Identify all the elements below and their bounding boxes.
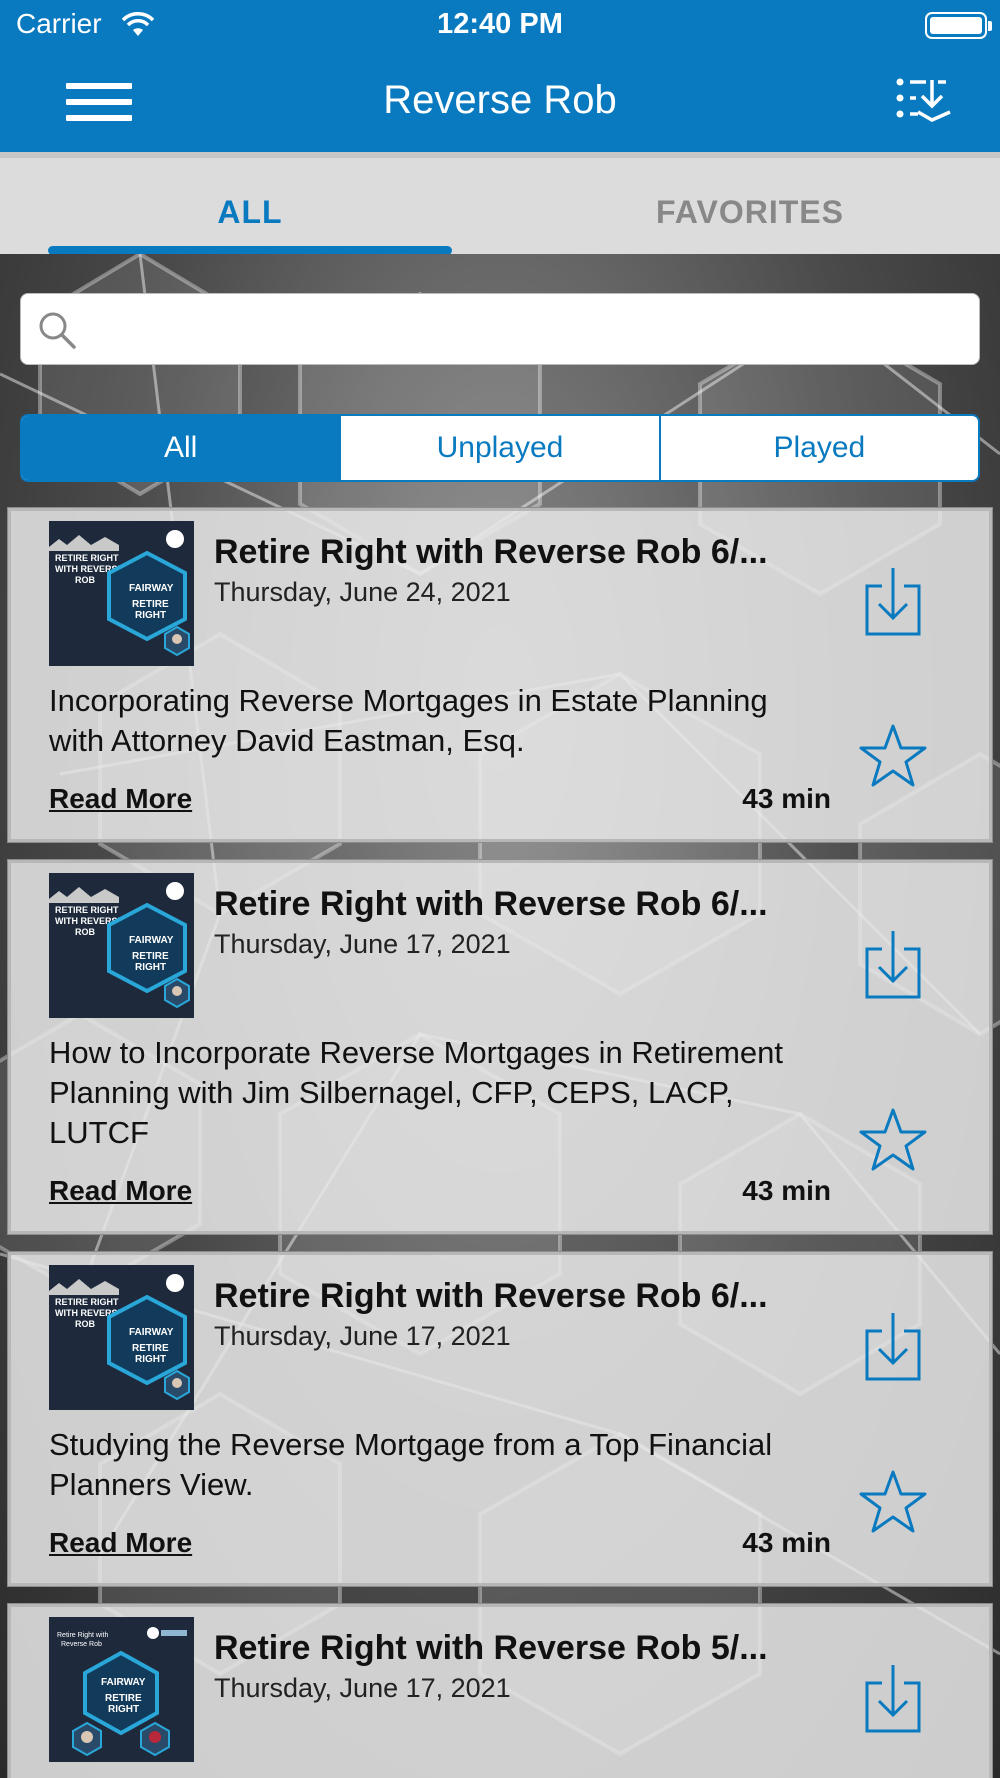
episode-thumbnail: Retire Right with Reverse Rob FAIRWAY RE… (49, 1617, 194, 1762)
svg-text:RIGHT: RIGHT (135, 610, 166, 621)
svg-text:FAIRWAY: FAIRWAY (129, 583, 174, 594)
svg-text:RIGHT: RIGHT (108, 1704, 139, 1715)
episode-title: Retire Right with Reverse Rob 6/... (214, 1277, 768, 1315)
episode-card[interactable]: RETIRE RIGHT WITH REVERSE ROB FAIRWAY RE… (8, 860, 992, 1234)
filter-all[interactable]: All (22, 416, 340, 480)
episode-duration: 43 min (742, 783, 831, 814)
episode-card[interactable]: Retire Right with Reverse Rob FAIRWAY RE… (8, 1604, 992, 1778)
tab-bar: ALL FAVORITES (0, 152, 1000, 255)
read-more-link[interactable]: Read More (49, 783, 192, 815)
episode-date: Thursday, June 17, 2021 (214, 929, 511, 959)
download-icon[interactable] (864, 1663, 922, 1735)
episode-thumbnail: RETIRE RIGHT WITH REVERSE ROB FAIRWAY RE… (49, 873, 194, 1018)
episode-duration: 43 min (742, 1175, 831, 1206)
svg-text:FAIRWAY: FAIRWAY (101, 1677, 146, 1688)
episode-description: How to Incorporate Reverse Mortgages in … (49, 1035, 783, 1150)
download-icon[interactable] (864, 1311, 922, 1383)
svg-text:FAIRWAY: FAIRWAY (129, 935, 174, 946)
episode-title: Retire Right with Reverse Rob 6/... (214, 533, 768, 571)
page-title: Reverse Rob (383, 78, 617, 122)
app-header: Carrier 12:40 PM Reverse Rob (0, 0, 1000, 152)
tab-favorites[interactable]: FAVORITES (500, 194, 1000, 231)
svg-text:RETIRE: RETIRE (132, 599, 169, 610)
episode-title: Retire Right with Reverse Rob 6/... (214, 885, 768, 923)
episode-date: Thursday, June 17, 2021 (214, 1673, 511, 1703)
filter-unplayed[interactable]: Unplayed (339, 416, 658, 480)
search-bar[interactable] (20, 293, 980, 365)
episode-card[interactable]: RETIRE RIGHT WITH REVERSE ROB FAIRWAY RE… (8, 508, 992, 842)
search-icon (39, 312, 76, 349)
svg-text:Retire Right with: Retire Right with (57, 1632, 108, 1639)
episode-date: Thursday, June 24, 2021 (214, 577, 511, 607)
read-more-link[interactable]: Read More (49, 1527, 192, 1559)
episode-thumbnail: RETIRE RIGHT WITH REVERSE ROB FAIRWAY RE… (49, 1265, 194, 1410)
status-bar: Carrier 12:40 PM (0, 0, 1000, 50)
favorite-star-icon[interactable] (858, 1107, 928, 1173)
svg-text:ROB: ROB (75, 1319, 96, 1329)
episode-description: Incorporating Reverse Mortgages in Estat… (49, 683, 768, 758)
download-icon[interactable] (864, 566, 922, 638)
episode-title: Retire Right with Reverse Rob 5/... (214, 1629, 768, 1667)
download-manager-icon[interactable] (896, 76, 952, 124)
favorite-star-icon[interactable] (858, 723, 928, 789)
favorite-star-icon[interactable] (858, 1469, 928, 1535)
svg-text:FAIRWAY: FAIRWAY (129, 1327, 174, 1338)
thumb-text: RETIRE RIGHT (55, 553, 119, 563)
played-filter: All Unplayed Played (20, 414, 980, 482)
clock: 12:40 PM (437, 8, 563, 40)
download-icon[interactable] (864, 929, 922, 1001)
filter-played[interactable]: Played (658, 416, 978, 480)
episode-description: Studying the Reverse Mortgage from a Top… (49, 1427, 773, 1502)
battery-icon (925, 12, 992, 39)
svg-text:RETIRE: RETIRE (132, 951, 169, 962)
search-input[interactable] (91, 308, 961, 352)
tab-all[interactable]: ALL (0, 194, 500, 231)
svg-text:RIGHT: RIGHT (135, 962, 166, 973)
read-more-link[interactable]: Read More (49, 1175, 192, 1207)
svg-text:RETIRE: RETIRE (132, 1343, 169, 1354)
svg-text:RETIRE: RETIRE (105, 1693, 142, 1704)
episode-date: Thursday, June 17, 2021 (214, 1321, 511, 1351)
svg-text:Reverse Rob: Reverse Rob (61, 1641, 102, 1648)
episode-thumbnail: RETIRE RIGHT WITH REVERSE ROB FAIRWAY RE… (49, 521, 194, 666)
svg-text:ROB: ROB (75, 927, 96, 937)
svg-text:RIGHT: RIGHT (135, 1354, 166, 1365)
episode-duration: 43 min (742, 1527, 831, 1558)
episode-card[interactable]: RETIRE RIGHT WITH REVERSE ROB FAIRWAY RE… (8, 1252, 992, 1586)
svg-text:RETIRE RIGHT: RETIRE RIGHT (55, 905, 119, 915)
svg-text:RETIRE RIGHT: RETIRE RIGHT (55, 1297, 119, 1307)
svg-text:ROB: ROB (75, 575, 96, 585)
